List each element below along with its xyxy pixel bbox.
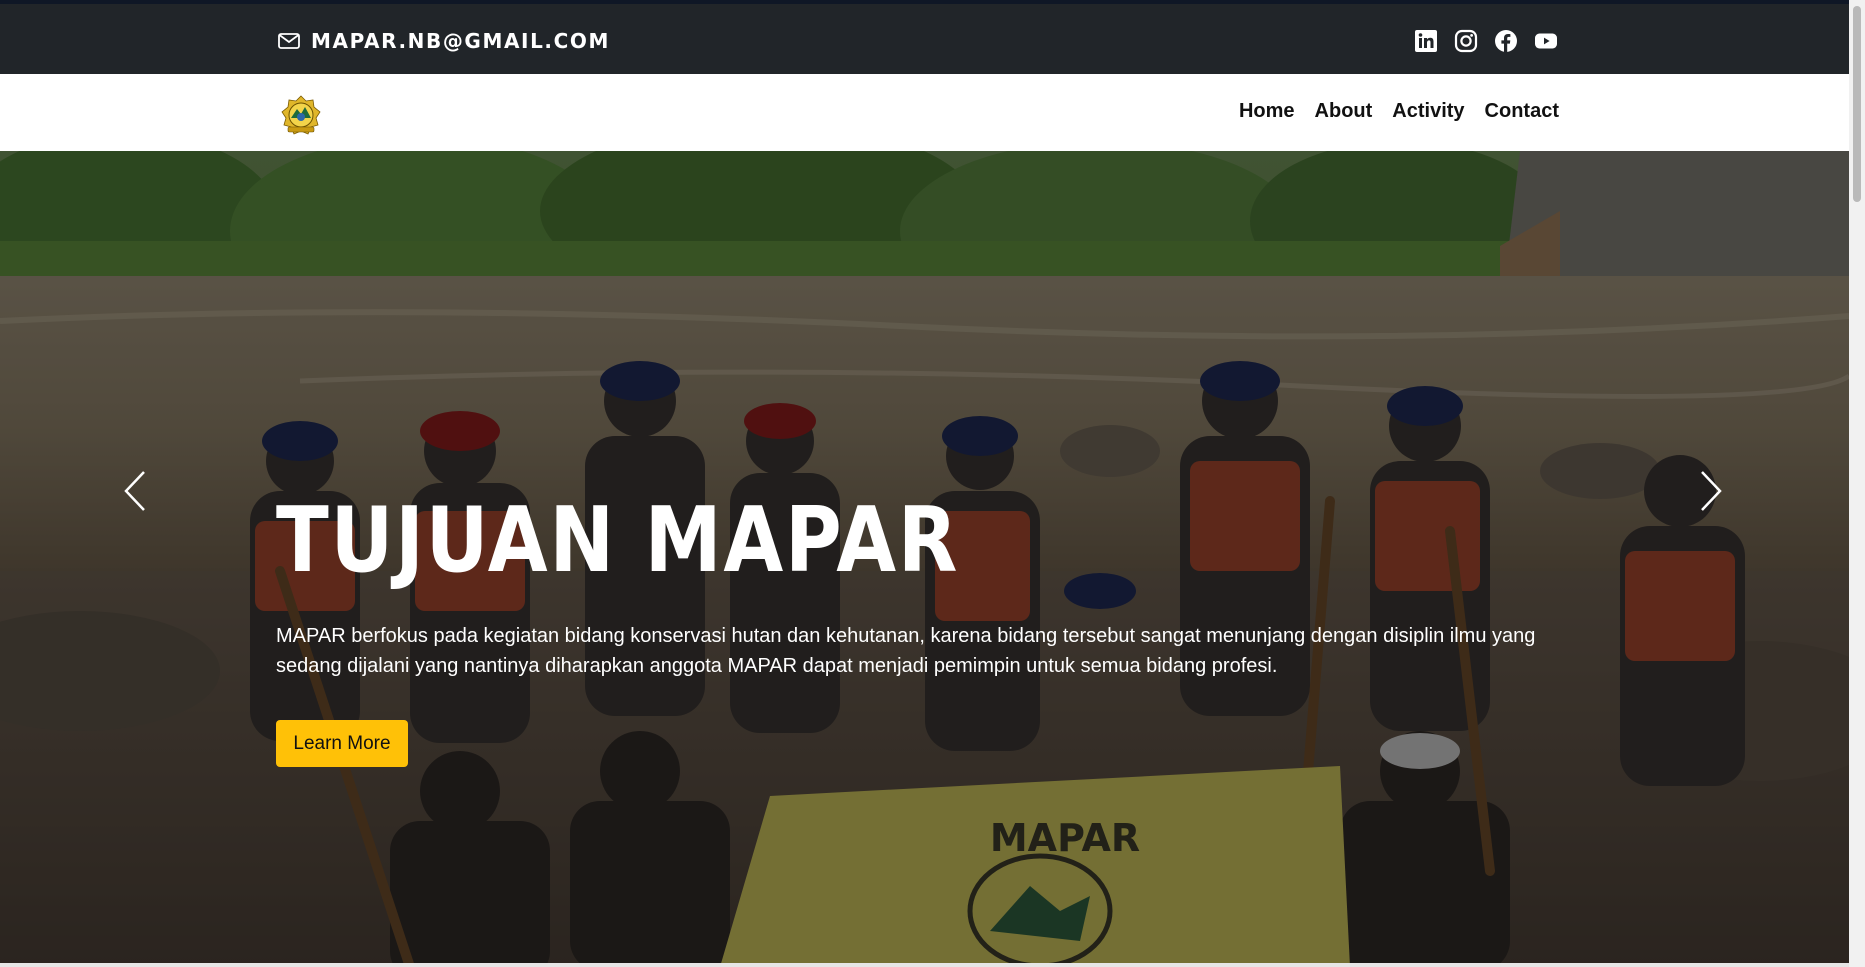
instagram-icon[interactable] [1454, 29, 1478, 53]
youtube-icon[interactable] [1534, 29, 1558, 53]
hero-title: TUJUAN MAPAR [276, 488, 960, 593]
scrollbar-thumb[interactable] [1853, 6, 1861, 202]
email-link[interactable]: MAPAR.NB@GMAIL.COM [278, 29, 610, 53]
page: MAPAR.NB@GMAIL.COM Home About Activity C… [0, 0, 1849, 967]
social-links [1414, 29, 1558, 53]
chevron-right-icon [1701, 471, 1722, 511]
email-text: MAPAR.NB@GMAIL.COM [311, 29, 610, 53]
linkedin-icon[interactable] [1414, 29, 1438, 53]
learn-more-button[interactable]: Learn More [276, 720, 408, 767]
mapar-logo [281, 95, 321, 135]
main-nav: Home About Activity Contact [1239, 100, 1559, 123]
hero-carousel: MAPAR TUJUAN MAPAR MAPAR berfokus pada k… [0, 151, 1849, 967]
facebook-icon[interactable] [1494, 29, 1518, 53]
carousel-prev-button[interactable] [116, 466, 156, 516]
envelope-icon [278, 33, 300, 49]
top-bar: MAPAR.NB@GMAIL.COM [0, 4, 1849, 74]
vertical-scrollbar[interactable] [1849, 0, 1865, 967]
hero-description: MAPAR berfokus pada kegiatan bidang kons… [276, 625, 1536, 677]
chevron-left-icon [124, 471, 145, 511]
page-bottom-edge [0, 963, 1849, 967]
nav-about[interactable]: About [1315, 100, 1373, 122]
nav-home[interactable]: Home [1239, 100, 1295, 122]
nav-contact[interactable]: Contact [1485, 100, 1559, 122]
nav-activity[interactable]: Activity [1392, 100, 1464, 122]
navbar: Home About Activity Contact [0, 74, 1849, 151]
carousel-next-button[interactable] [1690, 466, 1730, 516]
